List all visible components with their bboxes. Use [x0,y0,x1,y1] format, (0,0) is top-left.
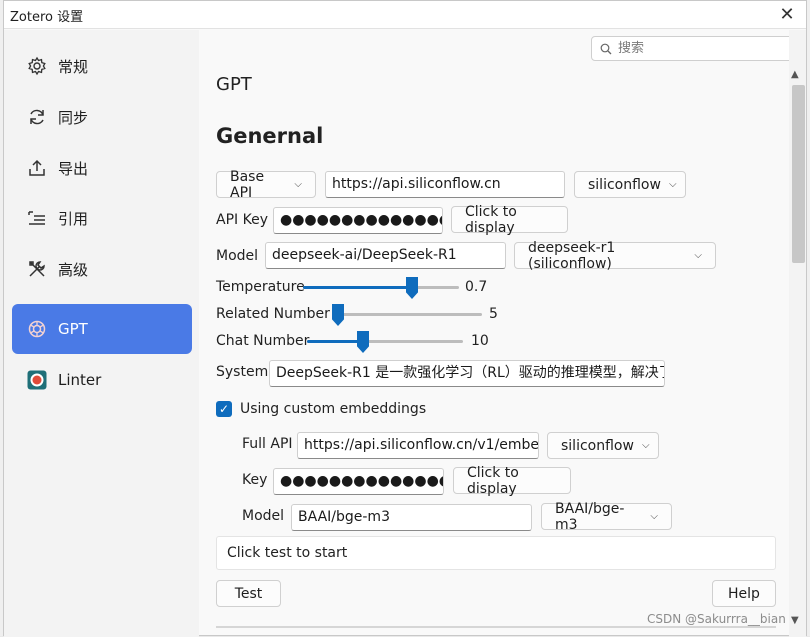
system-prompt-input[interactable]: DeepSeek-R1 是一款强化学习（RL）驱动的推理模型，解决了模型中 [269,360,665,387]
api-key-label: API Key [216,212,268,228]
pane-title: GPT [216,74,252,95]
sidebar-item-gpt[interactable]: GPT [12,304,192,354]
sidebar-item-label: GPT [58,320,88,338]
chevron-down-icon: ⌵ [650,511,658,522]
settings-pane: GPT Genernal Base API ⌵ https://api.sili… [199,30,797,637]
embedding-key-label: Key [242,472,268,488]
sidebar-item-label: 引用 [58,209,89,228]
title-bar: Zotero 设置 ✕ [4,1,806,29]
quote-list-icon [26,207,48,229]
search-input[interactable] [616,40,786,57]
embedding-model-input[interactable]: BAAI/bge-m3 [291,504,532,531]
temperature-slider[interactable] [303,277,459,299]
full-api-input[interactable]: https://api.siliconflow.cn/v1/embeddings [297,432,539,459]
chat-number-label: Chat Number [216,333,310,349]
model-label: Model [216,248,259,264]
test-status-output: Click test to start [216,536,776,570]
sidebar-item-advanced[interactable]: 高级 [12,245,192,293]
embedding-provider-dropdown[interactable]: siliconflow ⌵ [547,432,659,459]
close-button[interactable]: ✕ [776,4,798,26]
sidebar-item-cite[interactable]: 引用 [12,194,192,242]
embedding-model-preset: BAAI/bge-m3 [555,500,625,533]
settings-window: Zotero 设置 ✕ 常规 同步 导出 引用 高级 GPT Linter 搜索… [3,0,807,637]
sidebar-item-label: 常规 [58,57,89,76]
linter-icon [26,369,48,391]
model-preset-dropdown[interactable]: deepseek-r1 (siliconflow) ⌵ [514,239,716,272]
display-embedding-key-button[interactable]: Click to display [453,465,571,497]
chevron-down-icon: ⌵ [294,179,302,190]
slider-track [338,313,482,316]
provider-label: siliconflow [588,176,661,193]
base-api-url-input[interactable]: https://api.siliconflow.cn [325,171,565,198]
chevron-down-icon: ⌵ [668,179,677,190]
base-api-provider-dropdown[interactable]: siliconflow ⌵ [574,171,686,198]
chat-number-slider[interactable] [307,331,463,353]
embedding-model-label: Model [242,508,285,524]
temperature-value: 0.7 [465,279,488,295]
model-preset-label: deepseek-r1 (siliconflow) [528,239,616,272]
slider-thumb[interactable] [357,331,369,353]
sidebar-item-label: 导出 [58,159,89,178]
base-api-dropdown[interactable]: Base API ⌵ [216,168,316,201]
scroll-down-arrow-icon[interactable]: ▼ [791,615,799,626]
watermark: CSDN @Sakurrra__bian [647,612,786,626]
chevron-down-icon: ⌵ [694,250,702,261]
sidebar-item-sync[interactable]: 同步 [12,93,192,141]
window-title: Zotero 设置 [10,10,84,25]
display-key-button[interactable]: Click to display [451,204,568,236]
tools-icon [26,258,48,280]
search-icon [600,43,612,54]
model-input[interactable]: deepseek-ai/DeepSeek-R1 [265,242,506,269]
sidebar-item-label: 同步 [58,108,89,127]
embedding-key-input[interactable]: ●●●●●●●●●●●●●●●●●●●● [273,468,444,495]
system-label: System [216,364,269,380]
related-number-label: Related Number [216,306,330,322]
embedding-model-dropdown[interactable]: BAAI/bge-m3 ⌵ [541,500,672,533]
search-box[interactable] [591,36,797,61]
custom-embeddings-label: Using custom embeddings [240,401,427,417]
test-button[interactable]: Test [216,580,281,607]
sidebar: 常规 同步 导出 引用 高级 GPT Linter [4,30,199,637]
chat-number-value: 10 [471,333,489,349]
divider [216,626,776,628]
custom-embeddings-checkbox[interactable]: ✓ [216,401,232,417]
openai-icon [26,318,48,340]
base-api-label: Base API [230,168,265,201]
sidebar-item-label: 高级 [58,260,89,279]
full-api-label: Full API [242,436,293,452]
slider-fill [303,286,412,289]
provider-label: siliconflow [561,437,634,454]
slider-thumb[interactable] [406,277,418,299]
scrollbar-thumb[interactable] [792,85,805,263]
slider-fill [307,340,363,343]
section-title: Genernal [216,124,324,148]
sidebar-item-export[interactable]: 导出 [12,144,192,192]
related-number-slider[interactable] [332,304,482,326]
related-number-value: 5 [489,306,498,322]
chevron-down-icon: ⌵ [641,440,650,451]
sidebar-item-general[interactable]: 常规 [12,42,192,90]
slider-thumb[interactable] [332,304,344,326]
export-icon [26,157,48,179]
help-button[interactable]: Help [712,580,776,607]
scroll-up-arrow-icon[interactable]: ▲ [791,69,799,80]
sidebar-item-linter[interactable]: Linter [12,356,192,404]
sidebar-item-label: Linter [58,371,102,389]
temperature-label: Temperature [216,279,305,295]
sync-icon [26,106,48,128]
gear-icon [26,55,48,77]
api-key-input[interactable]: ●●●●●●●●●●●●●●●●●●●● [273,207,443,234]
